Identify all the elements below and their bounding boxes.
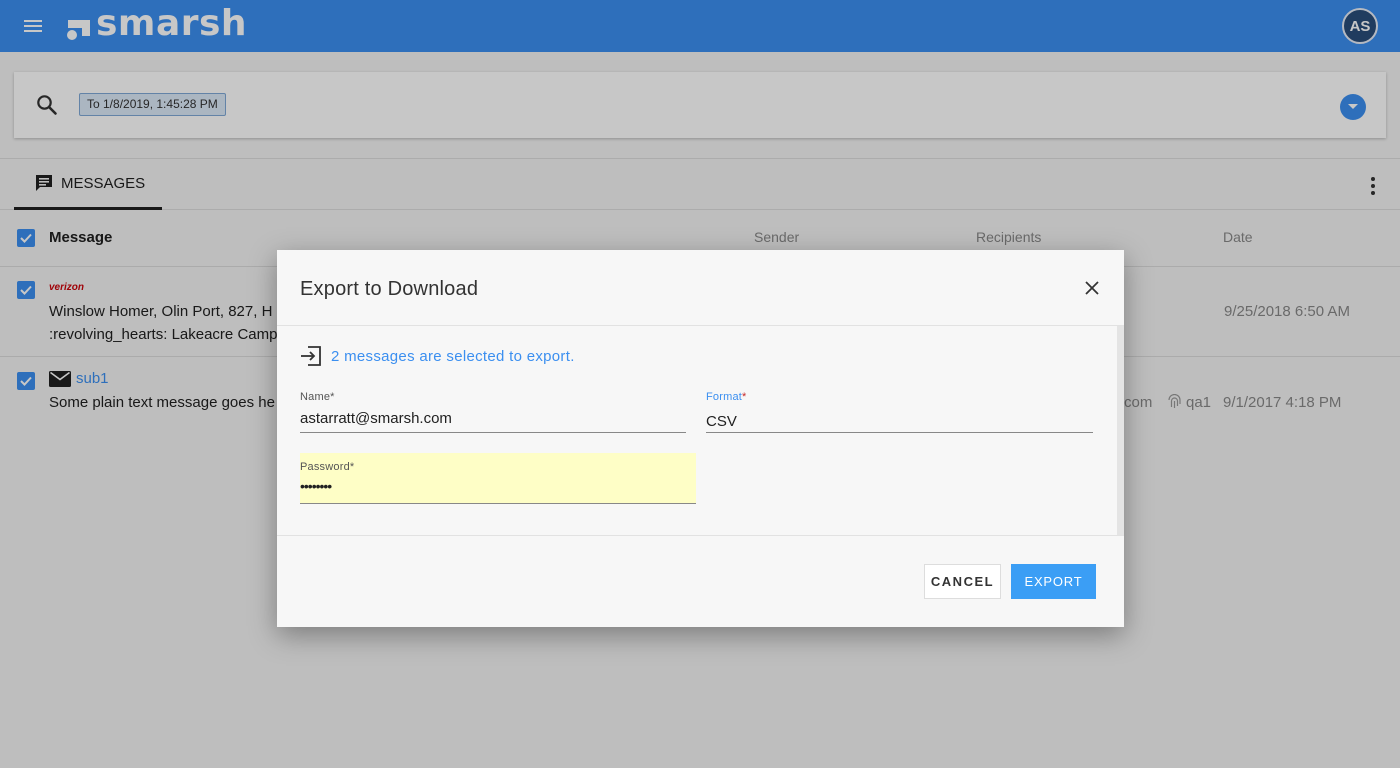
password-underline [300, 503, 696, 504]
password-autofill-highlight [300, 453, 696, 504]
export-dialog: Export to Download 2 messages are select… [277, 250, 1124, 627]
divider [277, 325, 1124, 326]
format-select[interactable]: CSV [706, 413, 737, 430]
password-input[interactable]: •••••••• [300, 478, 332, 494]
dialog-scrollbar[interactable] [1117, 326, 1124, 535]
name-underline [300, 432, 686, 433]
app-root: smarsh AS To 1/8/2019, 1:45:28 PM MESSAG… [0, 0, 1400, 768]
format-underline [706, 432, 1093, 433]
export-info-text: 2 messages are selected to export. [331, 347, 575, 365]
close-icon[interactable] [1084, 280, 1100, 296]
name-input[interactable] [300, 408, 686, 428]
export-info: 2 messages are selected to export. [300, 346, 575, 366]
dialog-title: Export to Download [300, 278, 479, 300]
format-label: Format* [706, 391, 747, 403]
divider [277, 535, 1124, 536]
export-icon [301, 346, 321, 366]
password-label: Password* [300, 461, 355, 473]
name-label: Name* [300, 391, 335, 403]
cancel-button[interactable]: CANCEL [924, 564, 1001, 599]
export-button[interactable]: EXPORT [1011, 564, 1096, 599]
